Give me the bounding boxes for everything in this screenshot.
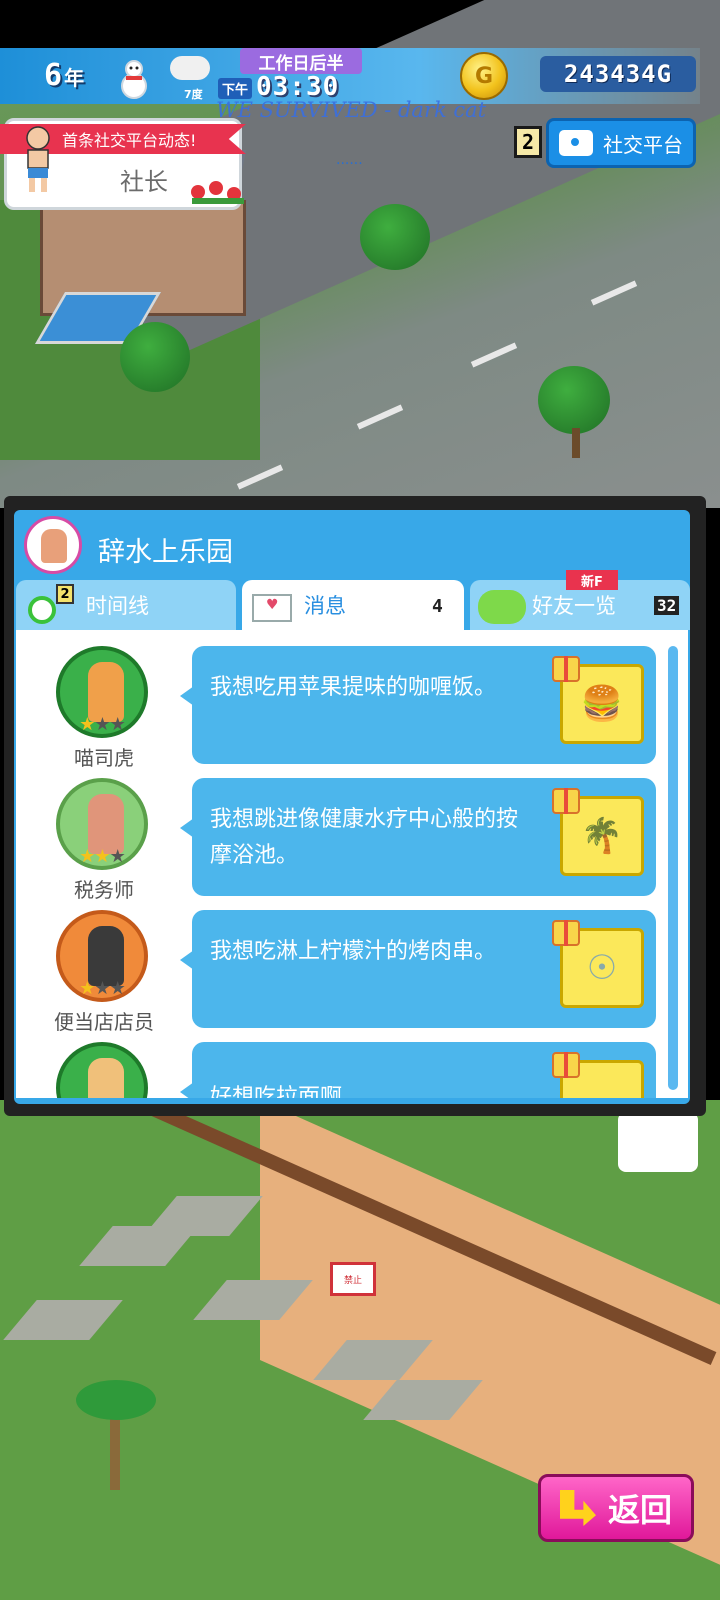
ampm-label: 下午 <box>218 78 253 99</box>
money-display: 243434G <box>540 56 696 92</box>
park-name: 辞水上乐园 <box>98 537 233 568</box>
tree <box>360 204 430 270</box>
character-icon <box>88 1058 124 1098</box>
message-text: 我想吃用苹果提味的咖喱饭。 <box>210 675 497 700</box>
return-button[interactable]: 返回 <box>538 1474 694 1542</box>
return-arrow-icon <box>559 1490 596 1526</box>
tree <box>538 366 610 434</box>
tab-messages-label: 消息 <box>304 594 346 618</box>
gift-icon <box>552 920 580 946</box>
park-avatar <box>24 516 82 574</box>
star-rating: ★★★ <box>79 714 125 735</box>
message-bubble[interactable]: 好想吃拉面啊 <box>180 1042 656 1098</box>
palm-trunk <box>110 1410 120 1490</box>
message-row[interactable]: 好想吃拉面啊 <box>32 1042 672 1098</box>
message-text: 我想吃淋上柠檬汁的烤肉串。 <box>210 939 497 964</box>
star-rating: ★★★ <box>79 846 125 867</box>
friends-icon <box>478 590 526 624</box>
locked-item-icon: ☉ <box>586 948 618 988</box>
year-unit: 年 <box>64 66 85 90</box>
return-label: 返回 <box>607 1491 672 1529</box>
star-rating: ★★★ <box>79 978 125 999</box>
palm-tree-icon: 🌴 <box>580 816 624 856</box>
social-count-badge: 2 <box>514 126 542 158</box>
tree <box>120 322 190 392</box>
music-overlay: WE SURVIVED - dark cat <box>216 98 487 122</box>
message-bubble[interactable]: 我想吃用苹果提味的咖喱饭。 🍔 <box>180 646 656 764</box>
tab-friends-label: 好友一览 <box>532 594 616 618</box>
gift-icon <box>552 656 580 682</box>
tree-trunk <box>572 428 580 458</box>
social-platform-label: 社交平台 <box>603 132 683 157</box>
park-sign: 禁止 <box>330 1262 376 1296</box>
message-text: 我想跳进像健康水疗中心般的按摩浴池。 <box>210 807 519 868</box>
envelope-icon <box>252 594 292 622</box>
palm-tree-icon <box>76 1380 156 1420</box>
clock-icon <box>28 596 56 624</box>
snowman-icon <box>121 60 147 99</box>
timeline-badge: 2 <box>56 584 74 604</box>
coin-icon: G <box>460 52 508 100</box>
burger-icon: 🍔 <box>580 684 624 724</box>
message-bubble[interactable]: 我想跳进像健康水疗中心般的按摩浴池。 🌴 <box>180 778 656 896</box>
president-avatar <box>26 126 50 192</box>
period-badge: 工作日后半 <box>240 48 362 74</box>
tab-timeline-label: 时间线 <box>86 594 149 618</box>
temperature: 7度 <box>184 88 203 101</box>
message-list-scrollbar[interactable] <box>668 646 678 1090</box>
cat-character-icon <box>88 662 124 722</box>
flowers-icon <box>191 181 244 204</box>
message-list[interactable]: ★★★ 喵司虎 我想吃用苹果提味的咖喱饭。 🍔 ★★★ 税务师 我想跳进像健康水… <box>16 630 688 1098</box>
camera-icon <box>559 130 593 156</box>
message-bubble[interactable]: 我想吃淋上柠檬汁的烤肉串。 ☉ <box>180 910 656 1028</box>
social-platform-button[interactable]: 社交平台 <box>546 118 696 168</box>
message-row[interactable]: ★★★ 便当店店员 我想吃淋上柠檬汁的烤肉串。 ☉ <box>32 910 672 1040</box>
new-friend-badge: 新F <box>566 570 618 590</box>
tax-accountant-icon <box>88 794 124 854</box>
messages-count: 4 <box>432 596 443 617</box>
person-name: 税务师 <box>74 878 134 902</box>
year-display: 6 年 <box>44 58 84 93</box>
friends-count: 32 <box>654 596 680 615</box>
year-number: 6 <box>44 58 63 93</box>
message-row[interactable]: ★★★ 税务师 我想跳进像健康水疗中心般的按摩浴池。 🌴 <box>32 778 672 908</box>
gift-icon <box>552 1052 580 1078</box>
loading-dots: ...... <box>336 152 363 168</box>
cloud-icon <box>170 56 210 80</box>
kiosk <box>618 1112 698 1172</box>
message-row[interactable]: ★★★ 喵司虎 我想吃用苹果提味的咖喱饭。 🍔 <box>32 646 672 776</box>
person-name: 喵司虎 <box>74 746 134 770</box>
avatar[interactable] <box>56 1042 148 1098</box>
person-name: 便当店店员 <box>54 1010 154 1034</box>
bento-clerk-icon <box>88 926 124 986</box>
message-text: 好想吃拉面啊 <box>210 1085 343 1098</box>
gift-icon <box>552 788 580 814</box>
